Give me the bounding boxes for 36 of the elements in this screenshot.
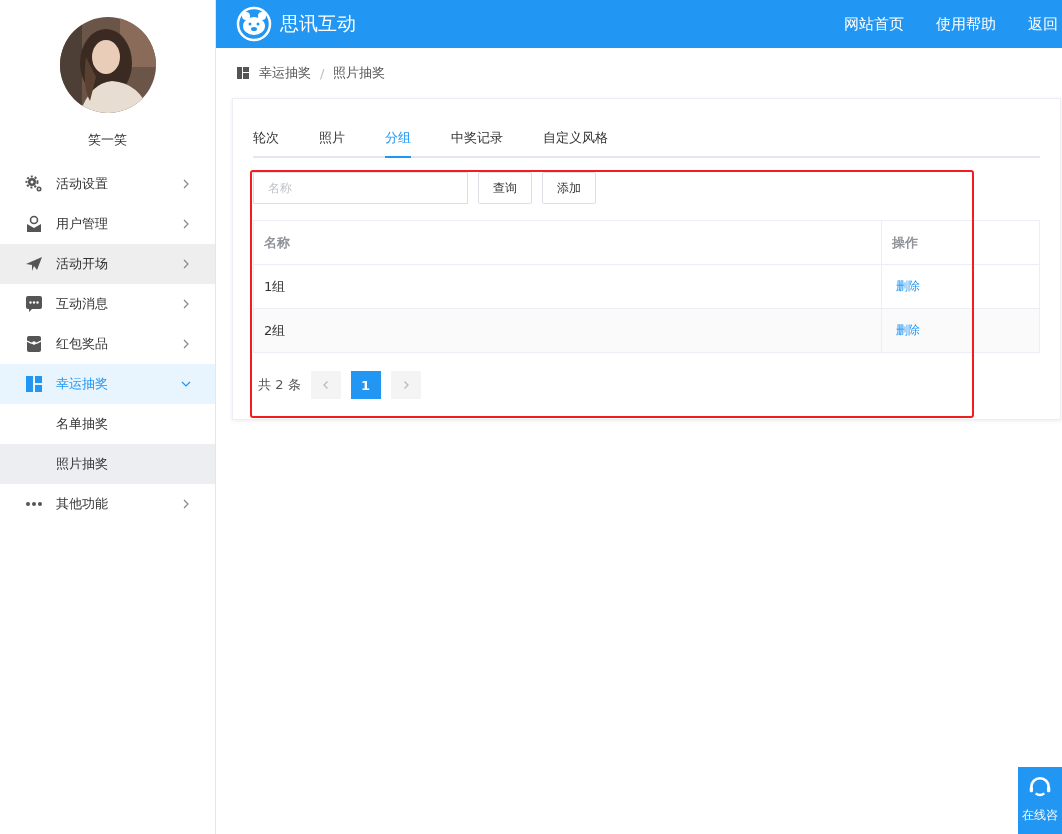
tab[interactable]: 中奖记录 <box>451 119 503 158</box>
sidebar-item[interactable]: 活动开场 <box>0 244 215 284</box>
tab[interactable]: 照片 <box>319 119 345 158</box>
sidebar-item[interactable]: 互动消息 <box>0 284 215 324</box>
paper-plane-icon <box>25 255 43 273</box>
gift-box-icon <box>25 335 43 353</box>
sidebar-item[interactable]: 活动设置 <box>0 164 215 204</box>
grid-icon <box>237 67 249 79</box>
sidebar-item[interactable]: 其他功能 <box>0 484 215 524</box>
brand-name: 思讯互动 <box>280 11 356 36</box>
column-header: 操作 <box>881 220 1040 265</box>
previous-page-button[interactable] <box>310 371 341 399</box>
action-button[interactable]: 查询 <box>478 172 532 204</box>
table-cell: 1组 <box>253 264 882 309</box>
chat-icon <box>25 295 43 313</box>
table-cell: 2组 <box>253 308 882 353</box>
grid-icon <box>25 375 43 393</box>
sidebar-item[interactable]: 红包奖品 <box>0 324 215 364</box>
name-search-field[interactable]: 名称 <box>253 172 468 204</box>
breadcrumb-item[interactable]: 照片抽奖 <box>333 64 386 82</box>
total-count: 共 2 条 <box>258 376 301 394</box>
sidebar-item[interactable]: 用户管理 <box>0 204 215 244</box>
tab[interactable]: 自定义风格 <box>543 119 608 158</box>
breadcrumb-item[interactable]: 幸运抽奖 <box>259 64 311 82</box>
breadcrumb-separator: / <box>320 65 325 81</box>
bear-logo-icon <box>236 6 272 42</box>
gears-icon <box>25 175 43 193</box>
action-button[interactable]: 添加 <box>542 172 596 204</box>
column-header: 名称 <box>253 220 882 265</box>
submenu-item[interactable]: 照片抽奖 <box>0 444 215 484</box>
next-page-button[interactable] <box>390 371 421 399</box>
user-icon <box>25 215 43 233</box>
tab[interactable]: 轮次 <box>253 119 279 158</box>
user-name: 笑一笑 <box>88 131 127 149</box>
more-icon <box>25 502 43 506</box>
submenu-item[interactable]: 名单抽奖 <box>0 404 215 444</box>
